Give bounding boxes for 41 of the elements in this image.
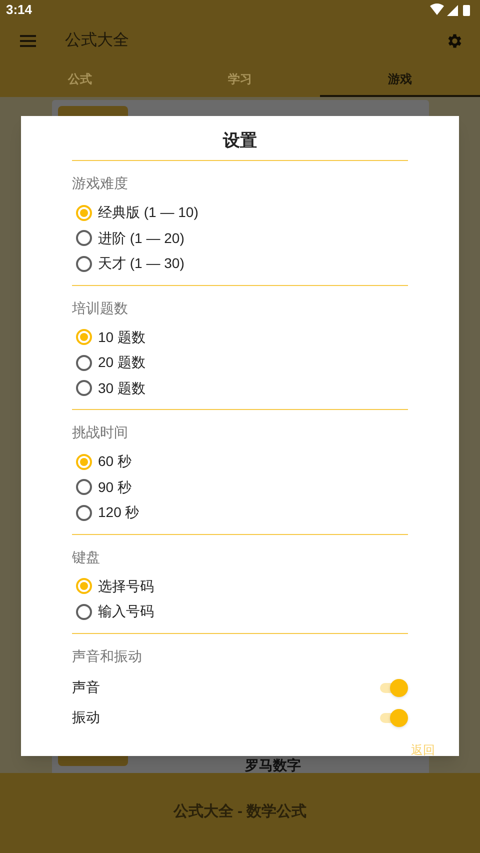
radio-button[interactable] bbox=[76, 380, 92, 396]
radio-button[interactable] bbox=[76, 204, 92, 221]
option-label: 输入号码 bbox=[98, 602, 154, 622]
radio-button[interactable] bbox=[76, 604, 92, 620]
radio-button[interactable] bbox=[76, 504, 92, 521]
radio-button[interactable] bbox=[76, 256, 92, 272]
dialog-title: 设置 bbox=[223, 130, 257, 152]
menu-icon[interactable] bbox=[20, 35, 36, 47]
card-title: 罗马数字 bbox=[245, 757, 301, 773]
radio-button[interactable] bbox=[76, 329, 92, 346]
option-label: 120 秒 bbox=[98, 503, 140, 522]
section-header: 声音和振动 bbox=[72, 646, 143, 666]
option-label: 10 题数 bbox=[98, 328, 146, 347]
tab[interactable]: 游戏 bbox=[320, 62, 480, 97]
option-label: 30 题数 bbox=[98, 378, 146, 398]
radio-button[interactable] bbox=[76, 354, 92, 371]
toggle-switch[interactable] bbox=[378, 678, 408, 696]
status-time: 3:14 bbox=[6, 1, 32, 20]
option-label: 90 秒 bbox=[98, 478, 132, 497]
radio-button[interactable] bbox=[76, 578, 92, 594]
section-header: 挑战时间 bbox=[72, 423, 129, 442]
toggle-switch[interactable] bbox=[378, 708, 408, 726]
section-header: 培训题数 bbox=[72, 298, 129, 318]
section-header: 键盘 bbox=[72, 548, 101, 566]
option-label: 天才 (1 — 30) bbox=[98, 254, 184, 274]
tab[interactable]: 学习 bbox=[160, 62, 320, 97]
tab[interactable]: 公式 bbox=[0, 62, 160, 97]
section-header: 游戏难度 bbox=[72, 174, 129, 193]
option-label: 经典版 (1 — 10) bbox=[98, 203, 198, 222]
switch-label: 声音 bbox=[72, 678, 100, 697]
option-label: 60 秒 bbox=[98, 452, 132, 472]
radio-button[interactable] bbox=[76, 230, 92, 246]
option-label: 20 题数 bbox=[98, 353, 146, 372]
footer-text: 公式大全 - 数学公式 bbox=[173, 802, 307, 821]
back-button[interactable]: 返回 bbox=[411, 740, 435, 758]
radio-button[interactable] bbox=[76, 479, 92, 496]
switch-label: 振动 bbox=[72, 708, 100, 727]
option-label: 选择号码 bbox=[98, 576, 154, 596]
option-label: 进阶 (1 — 20) bbox=[98, 228, 184, 248]
app-title: 公式大全 bbox=[65, 30, 129, 51]
radio-button[interactable] bbox=[76, 454, 92, 470]
